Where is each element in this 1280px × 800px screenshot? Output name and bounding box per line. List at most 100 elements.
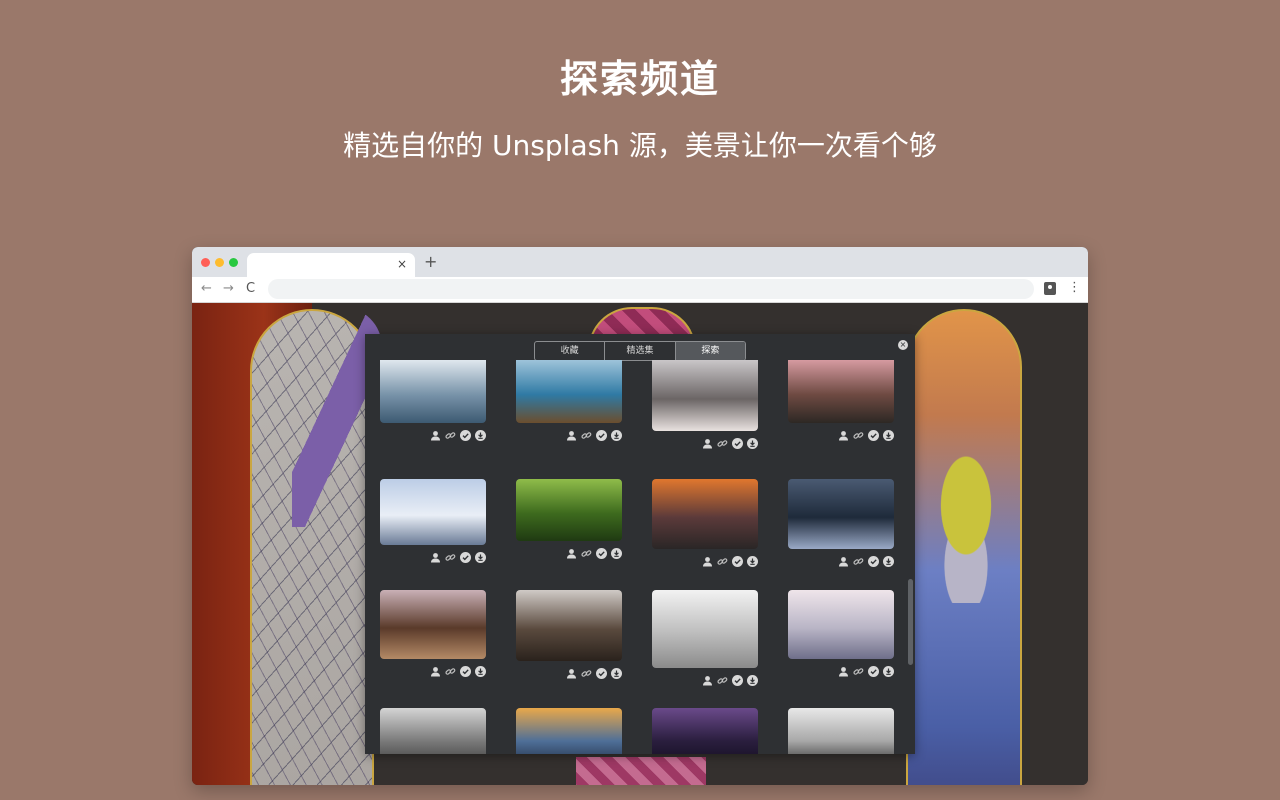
link-icon[interactable]: [717, 675, 728, 686]
check-icon[interactable]: [596, 668, 607, 679]
background-skateboard-print: [916, 453, 1016, 603]
download-icon[interactable]: [747, 438, 758, 449]
user-icon[interactable]: [430, 552, 441, 563]
forward-icon[interactable]: →: [223, 281, 234, 297]
link-icon[interactable]: [717, 556, 728, 567]
photo-card: [380, 360, 486, 441]
check-icon[interactable]: [732, 438, 743, 449]
photo-card: [516, 590, 622, 679]
check-icon[interactable]: [868, 666, 879, 677]
tab-collections[interactable]: 精选集: [605, 342, 676, 360]
user-icon[interactable]: [838, 556, 849, 567]
photo-thumbnail[interactable]: [516, 590, 622, 661]
panel-tabs: 收藏 精选集 探索: [534, 341, 746, 361]
user-icon[interactable]: [430, 430, 441, 441]
link-icon[interactable]: [853, 666, 864, 677]
photo-thumbnail[interactable]: [652, 360, 758, 431]
photo-actions: [788, 430, 894, 441]
photo-thumbnail[interactable]: [788, 360, 894, 423]
browser-window: × + ← → C ⋮ 收藏 精选集 探索 ×: [192, 247, 1088, 785]
back-icon[interactable]: ←: [201, 281, 212, 297]
user-icon[interactable]: [702, 675, 713, 686]
check-icon[interactable]: [596, 548, 607, 559]
user-icon[interactable]: [702, 438, 713, 449]
photo-card: [652, 708, 758, 754]
photo-card: [516, 708, 622, 754]
photo-thumbnail[interactable]: [788, 590, 894, 659]
photo-grid: [380, 360, 894, 754]
photo-actions: [788, 556, 894, 567]
user-icon[interactable]: [838, 430, 849, 441]
link-icon[interactable]: [853, 556, 864, 567]
check-icon[interactable]: [460, 552, 471, 563]
photo-actions: [652, 675, 758, 686]
download-icon[interactable]: [883, 556, 894, 567]
tab-explore[interactable]: 探索: [675, 342, 745, 360]
new-tab-icon[interactable]: +: [424, 254, 437, 270]
photo-thumbnail[interactable]: [652, 590, 758, 668]
download-icon[interactable]: [475, 552, 486, 563]
photo-card: [652, 360, 758, 449]
check-icon[interactable]: [868, 430, 879, 441]
photo-thumbnail[interactable]: [380, 360, 486, 423]
download-icon[interactable]: [611, 668, 622, 679]
link-icon[interactable]: [445, 430, 456, 441]
download-icon[interactable]: [883, 666, 894, 677]
user-icon[interactable]: [566, 548, 577, 559]
user-icon[interactable]: [566, 430, 577, 441]
photo-thumbnail[interactable]: [380, 590, 486, 659]
link-icon[interactable]: [581, 548, 592, 559]
user-icon[interactable]: [566, 668, 577, 679]
photo-thumbnail[interactable]: [380, 479, 486, 545]
link-icon[interactable]: [445, 666, 456, 677]
photo-thumbnail[interactable]: [380, 708, 486, 754]
photo-thumbnail[interactable]: [516, 360, 622, 423]
link-icon[interactable]: [581, 430, 592, 441]
user-icon[interactable]: [838, 666, 849, 677]
check-icon[interactable]: [732, 675, 743, 686]
photo-card: [380, 479, 486, 563]
page-viewport: 收藏 精选集 探索 ×: [192, 303, 1088, 785]
photo-thumbnail[interactable]: [516, 479, 622, 541]
download-icon[interactable]: [611, 430, 622, 441]
close-window-icon[interactable]: [201, 258, 210, 267]
download-icon[interactable]: [611, 548, 622, 559]
check-icon[interactable]: [868, 556, 879, 567]
browser-menu-icon[interactable]: ⋮: [1068, 280, 1081, 296]
link-icon[interactable]: [581, 668, 592, 679]
tab-favorites[interactable]: 收藏: [535, 342, 606, 360]
link-icon[interactable]: [717, 438, 728, 449]
photo-actions: [516, 668, 622, 679]
photo-thumbnail[interactable]: [652, 479, 758, 549]
photo-card: [516, 360, 622, 441]
check-icon[interactable]: [460, 430, 471, 441]
download-icon[interactable]: [747, 675, 758, 686]
photo-actions: [788, 666, 894, 677]
download-icon[interactable]: [883, 430, 894, 441]
close-icon[interactable]: ×: [898, 340, 908, 350]
minimize-window-icon[interactable]: [215, 258, 224, 267]
address-bar[interactable]: [268, 279, 1034, 299]
link-icon[interactable]: [445, 552, 456, 563]
check-icon[interactable]: [732, 556, 743, 567]
check-icon[interactable]: [596, 430, 607, 441]
extension-icon[interactable]: [1044, 282, 1056, 295]
maximize-window-icon[interactable]: [229, 258, 238, 267]
tab-close-icon[interactable]: ×: [397, 257, 407, 271]
download-icon[interactable]: [475, 666, 486, 677]
photo-thumbnail[interactable]: [788, 708, 894, 754]
user-icon[interactable]: [430, 666, 441, 677]
link-icon[interactable]: [853, 430, 864, 441]
download-icon[interactable]: [747, 556, 758, 567]
photo-thumbnail[interactable]: [652, 708, 758, 754]
browser-tab[interactable]: ×: [247, 253, 415, 277]
photo-actions: [516, 548, 622, 559]
check-icon[interactable]: [460, 666, 471, 677]
reload-icon[interactable]: C: [246, 281, 255, 297]
download-icon[interactable]: [475, 430, 486, 441]
photo-thumbnail[interactable]: [788, 479, 894, 549]
photo-thumbnail[interactable]: [516, 708, 622, 754]
photo-card: [788, 360, 894, 441]
scrollbar[interactable]: [908, 579, 913, 665]
user-icon[interactable]: [702, 556, 713, 567]
